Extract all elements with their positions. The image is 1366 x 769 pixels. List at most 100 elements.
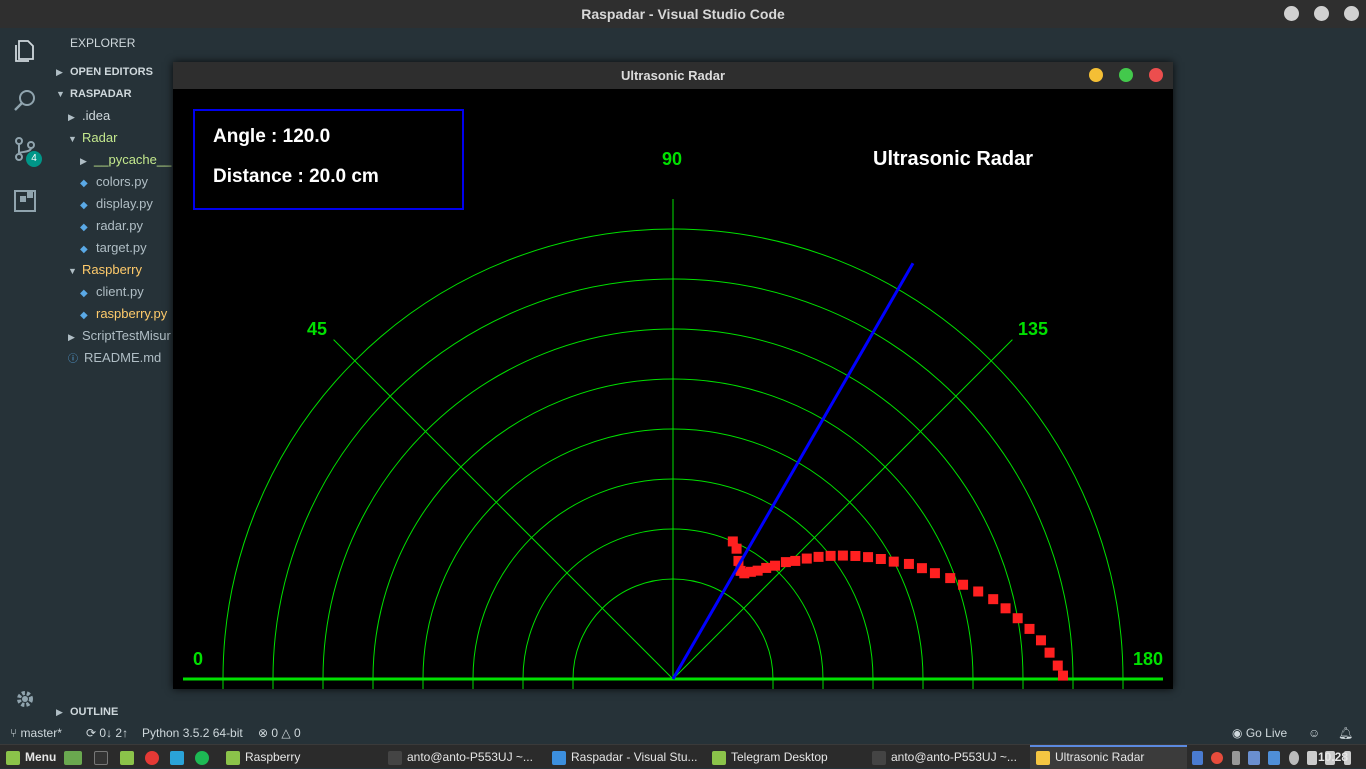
tree-item[interactable]: ◆ radar.py: [80, 215, 143, 237]
telegram-launcher-icon[interactable]: [170, 745, 189, 769]
app-icon: [552, 750, 566, 765]
taskbar-task[interactable]: Raspadar - Visual Stu...: [552, 745, 698, 769]
terminal-launcher-icon[interactable]: [94, 745, 113, 769]
target-point: [801, 553, 812, 564]
target-point: [813, 551, 824, 562]
bluetooth-icon[interactable]: [1231, 750, 1240, 765]
tree-item[interactable]: ◆ raspberry.py: [80, 303, 167, 325]
spotify-launcher-icon[interactable]: [195, 745, 214, 769]
search-icon[interactable]: [12, 88, 38, 114]
open-editors-section[interactable]: ▶ OPEN EDITORS: [56, 61, 153, 83]
task-label: Telegram Desktop: [731, 750, 828, 764]
app-icon: [872, 750, 886, 765]
radar-heading: Ultrasonic Radar: [873, 148, 1033, 170]
target-point: [988, 594, 999, 605]
tree-item-label: Radar: [82, 130, 118, 145]
tree-item-label: .idea: [82, 108, 111, 123]
taskbar-task[interactable]: anto@anto-P553UJ ~...: [872, 745, 1017, 769]
branch-indicator[interactable]: ⑂ master*: [10, 722, 62, 744]
chevron-down-icon: ▼: [56, 89, 65, 99]
python-file-icon: ◆: [80, 200, 88, 211]
problems-indicator[interactable]: ⊗ 0 △ 0: [258, 722, 301, 744]
wifi-icon[interactable]: [1307, 750, 1318, 765]
show-desktop-icon[interactable]: [64, 745, 87, 769]
radar-window-titlebar: Ultrasonic Radar: [173, 62, 1173, 89]
status-bar: ⑂ master* ⟳ 0↓ 2↑ Python 3.5.2 64-bit ⊗ …: [0, 722, 1366, 744]
chevron-right-icon: ▶: [68, 112, 75, 122]
maximize-button[interactable]: [1119, 68, 1133, 82]
task-label: Raspadar - Visual Stu...: [571, 750, 698, 764]
chevron-right-icon: ▶: [68, 332, 75, 342]
gear-icon[interactable]: [12, 686, 38, 712]
outline-section[interactable]: ▶ OUTLINE: [56, 701, 118, 723]
chrome-launcher-icon[interactable]: [145, 745, 164, 769]
update-icon[interactable]: [1211, 751, 1224, 764]
maximize-button[interactable]: [1314, 6, 1329, 21]
target-point: [837, 550, 848, 561]
extensions-icon[interactable]: [12, 188, 38, 214]
target-point: [929, 568, 940, 579]
tree-item[interactable]: ▼ Radar: [68, 127, 117, 149]
angle-label-0: 0: [193, 649, 203, 669]
tree-item-label: Raspberry: [82, 262, 142, 277]
shield-icon[interactable]: [1192, 750, 1203, 765]
close-button[interactable]: [1149, 68, 1163, 82]
tree-item-label: ScriptTestMisur: [82, 328, 171, 343]
tree-item-label: colors.py: [96, 174, 149, 189]
tree-item[interactable]: ▶ ScriptTestMisur: [68, 325, 171, 347]
activity-bar: 4: [0, 28, 50, 722]
feedback-icon[interactable]: ☺: [1308, 722, 1320, 744]
taskbar-task[interactable]: Ultrasonic Radar: [1036, 745, 1144, 769]
tree-item[interactable]: ▼ Raspberry: [68, 259, 142, 281]
target-point: [1024, 623, 1035, 634]
tree-item[interactable]: ◆ target.py: [80, 237, 147, 259]
go-live-button[interactable]: ◉ Go Live: [1232, 722, 1287, 744]
tree-item[interactable]: ▶ __pycache__: [80, 149, 171, 171]
python-file-icon: ◆: [80, 288, 88, 299]
network-icon[interactable]: [1248, 750, 1261, 765]
python-file-icon: ◆: [80, 244, 88, 255]
sync-indicator[interactable]: ⟳ 0↓ 2↑: [86, 722, 128, 744]
tree-item-label: radar.py: [96, 218, 143, 233]
chevron-right-icon: ▶: [56, 67, 63, 77]
intel-icon[interactable]: [1268, 750, 1281, 765]
taskbar-task[interactable]: anto@anto-P553UJ ~...: [388, 745, 533, 769]
minimize-button[interactable]: [1284, 6, 1299, 21]
tree-item[interactable]: ◆ display.py: [80, 193, 153, 215]
target-point: [850, 550, 861, 561]
bell-icon[interactable]: 🔔︎: [1338, 722, 1353, 744]
task-label: Ultrasonic Radar: [1055, 750, 1145, 764]
minimize-button[interactable]: [1089, 68, 1103, 82]
python-interpreter[interactable]: Python 3.5.2 64-bit: [142, 722, 243, 744]
user-icon[interactable]: [1288, 750, 1299, 765]
target-point: [863, 552, 874, 563]
files-launcher-icon[interactable]: [120, 745, 139, 769]
app-icon: [226, 750, 240, 765]
app-icon: [712, 750, 726, 765]
tree-item[interactable]: ▶ .idea: [68, 105, 110, 127]
sweep-line: [671, 262, 915, 680]
project-section[interactable]: ▼ RASPADAR: [56, 83, 132, 105]
target-point: [825, 550, 836, 561]
taskbar-task[interactable]: Raspberry: [226, 745, 300, 769]
angle-spoke: [333, 339, 674, 680]
clock[interactable]: 10.28: [1318, 745, 1348, 769]
files-icon[interactable]: [12, 38, 38, 64]
angle-readout: Angle : 120.0: [213, 126, 331, 147]
task-label: anto@anto-P553UJ ~...: [407, 750, 533, 764]
readout-box: Angle : 120.0 Distance : 20.0 cm: [193, 109, 464, 210]
scm-badge: 4: [26, 151, 42, 167]
tree-item[interactable]: ◆ colors.py: [80, 171, 148, 193]
distance-readout: Distance : 20.0 cm: [213, 166, 379, 187]
python-file-icon: ◆: [80, 310, 88, 321]
close-button[interactable]: [1344, 6, 1359, 21]
target-point: [973, 586, 984, 597]
menu-button[interactable]: Menu: [6, 745, 56, 769]
tree-item[interactable]: ⓘ README.md: [68, 347, 161, 369]
taskbar-task[interactable]: Telegram Desktop: [712, 745, 828, 769]
task-label: Raspberry: [245, 750, 301, 764]
mint-logo-icon: [6, 750, 20, 765]
tree-item-label: target.py: [96, 240, 147, 255]
target-point: [770, 560, 781, 571]
tree-item[interactable]: ◆ client.py: [80, 281, 144, 303]
